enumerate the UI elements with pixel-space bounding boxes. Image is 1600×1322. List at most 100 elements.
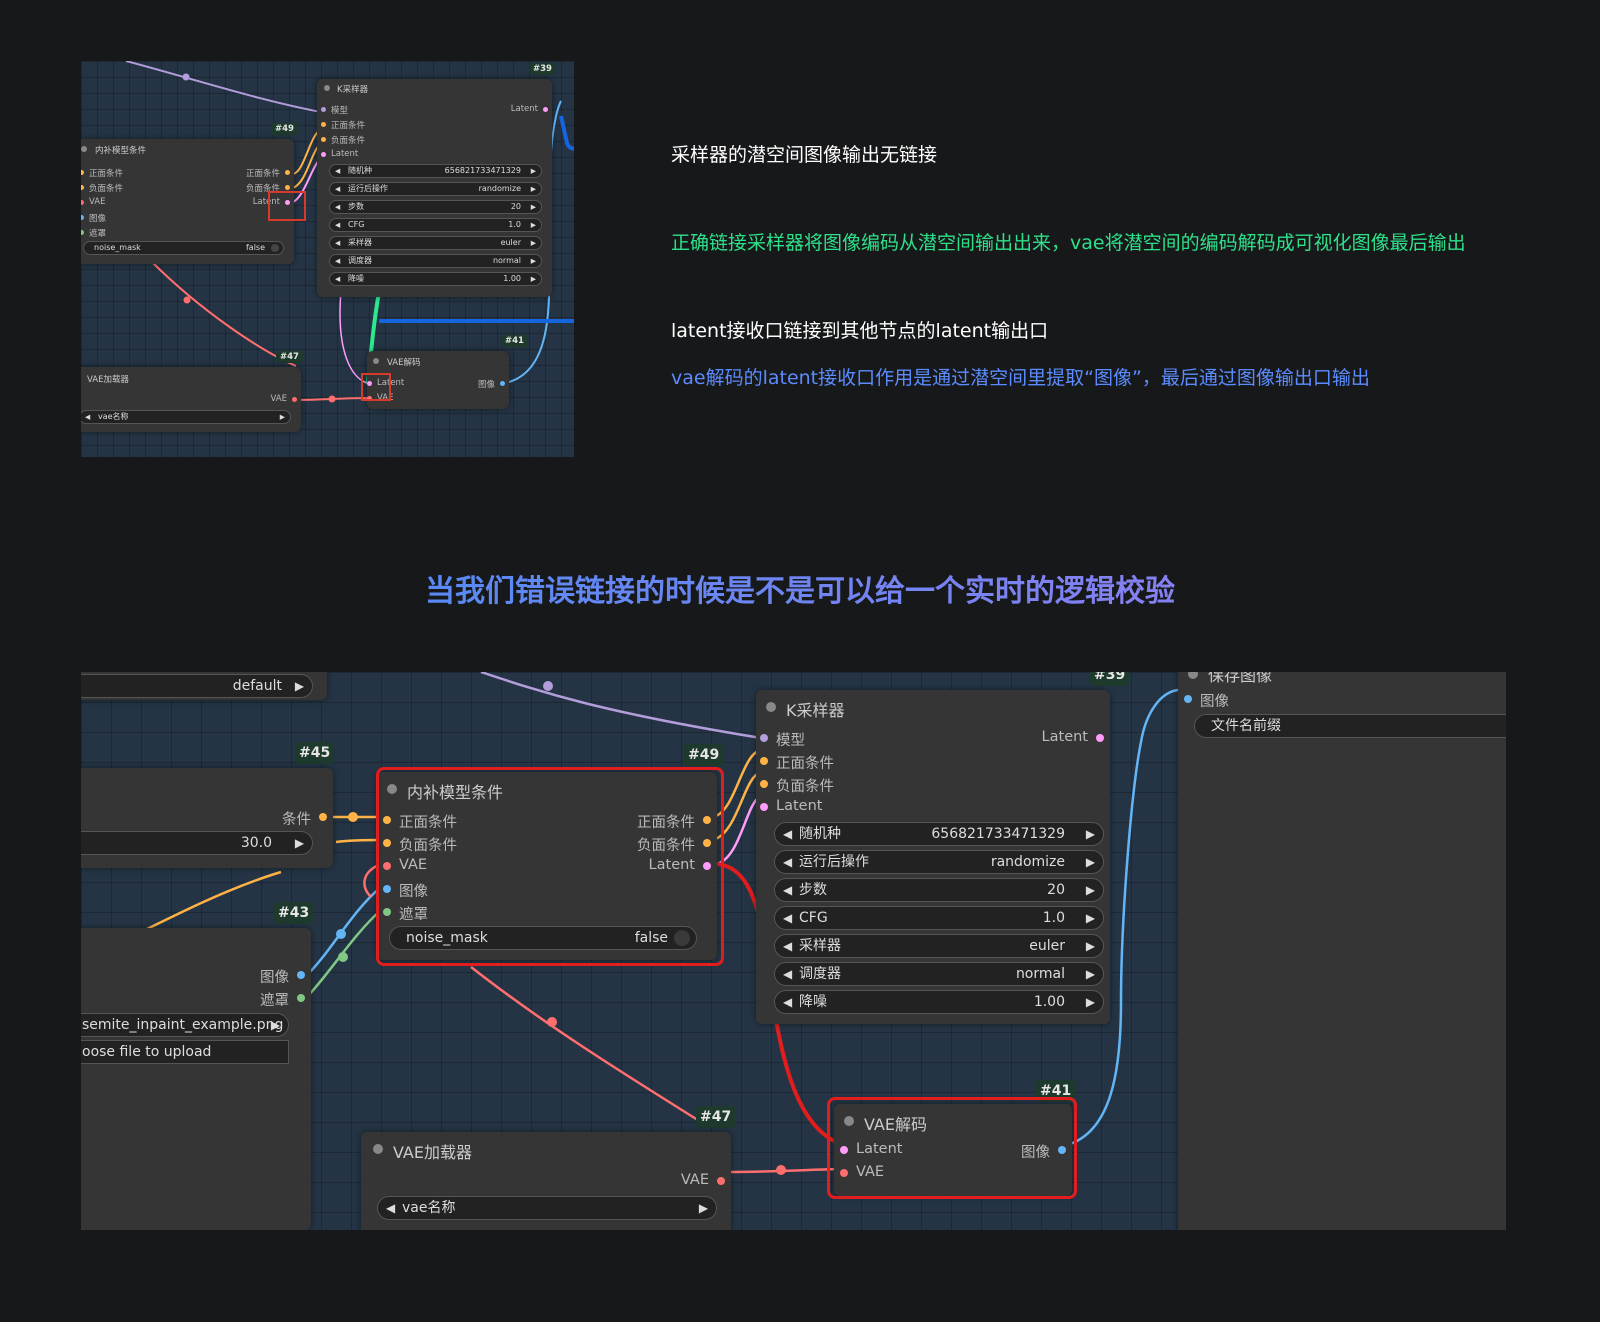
output-negative[interactable]: 负面条件	[246, 182, 290, 194]
output-latent[interactable]: Latent	[649, 857, 711, 873]
widget-cfg[interactable]: ◀ CFG 1.0 ▶	[329, 218, 542, 232]
widget-vae-name[interactable]: ◀ vae名称 ▶	[377, 1196, 717, 1220]
output-mask[interactable]: 遮罩	[260, 989, 305, 1010]
widget-scheduler[interactable]: ◀ 调度器 normal ▶	[774, 962, 1104, 986]
inpaint-node[interactable]: 内补模型条件 正面条件 负面条件 VAE 图像 遮罩 正面条件 负面条件 Lat…	[81, 139, 294, 264]
arrow-left-icon: ◀	[783, 827, 793, 841]
input-latent[interactable]: Latent	[840, 1141, 902, 1157]
vae-decode-badge: #41	[1036, 1080, 1076, 1102]
vae-loader-node[interactable]: VAE加载器 VAE ◀ vae名称 ▶	[361, 1132, 731, 1230]
ksampler-node[interactable]: K采样器 模型 正面条件 负面条件 Latent Latent ◀ 随机种 6568…	[317, 79, 552, 297]
slot-dot[interactable]	[543, 107, 548, 112]
widget-filename-prefix[interactable]: 文件名前缀	[1194, 714, 1506, 738]
widget-sampler[interactable]: ◀ 采样器 euler ▶	[329, 236, 542, 250]
arrow-right-icon: ▶	[1085, 939, 1095, 953]
output-latent[interactable]: Latent	[1042, 729, 1104, 745]
input-negative[interactable]: 负面条件	[760, 775, 834, 796]
input-latent[interactable]: Latent	[760, 798, 822, 814]
collapse-dot-icon[interactable]	[324, 85, 330, 91]
input-mask[interactable]: 遮罩	[383, 903, 428, 924]
node-title: 内补模型条件	[95, 146, 147, 156]
save-image-node[interactable]: 保存图像 图像 文件名前缀	[1178, 672, 1506, 1230]
widget-denoise[interactable]: ◀ 降噪 1.00 ▶	[774, 990, 1104, 1014]
output-positive[interactable]: 正面条件	[246, 167, 290, 179]
input-latent[interactable]: Latent	[367, 378, 404, 388]
vae-loader-node[interactable]: VAE加载器 VAE ◀ vae名称 ▶	[81, 367, 301, 432]
input-vae[interactable]: VAE	[383, 857, 427, 873]
widget-control[interactable]: ◀ 运行后操作 randomize ▶	[774, 850, 1104, 874]
slot-dot	[840, 1169, 848, 1177]
widget-image-file[interactable]: semite_inpaint_example.png ▶	[81, 1013, 289, 1037]
output-negative[interactable]: 负面条件	[637, 834, 711, 855]
collapse-dot-icon[interactable]	[766, 702, 776, 712]
slot-dot	[840, 1146, 848, 1154]
slot-dot[interactable]	[321, 107, 326, 112]
collapse-dot-icon[interactable]	[373, 1144, 383, 1154]
node-45[interactable]: 条件 30.0 ▶	[81, 768, 333, 868]
output-latent[interactable]: Latent	[253, 197, 290, 207]
input-model[interactable]: 模型	[321, 104, 348, 116]
arrow-left-icon: ◀	[783, 995, 793, 1009]
slot-dot	[383, 908, 391, 916]
ksampler-node[interactable]: K采样器 模型 正面条件 负面条件 Latent Latent ◀ 随机种 6568…	[756, 690, 1110, 1024]
output-vae[interactable]: VAE	[271, 394, 297, 404]
widget-denoise[interactable]: ◀ 降噪 1.00 ▶	[329, 272, 542, 286]
input-image[interactable]: 图像	[81, 212, 106, 224]
slot-dot[interactable]	[321, 122, 326, 127]
collapse-dot-icon[interactable]	[81, 146, 87, 152]
toggle-noise-mask[interactable]: noise_mask false	[83, 241, 284, 255]
widget-steps[interactable]: ◀ 步数 20 ▶	[774, 878, 1104, 902]
input-negative[interactable]: 负面条件	[321, 134, 365, 146]
wire-model	[480, 672, 762, 740]
arrow-left-icon: ◀	[335, 167, 341, 175]
collapse-dot-icon[interactable]	[1188, 672, 1198, 679]
input-positive[interactable]: 正面条件	[321, 119, 365, 131]
output-positive[interactable]: 正面条件	[637, 811, 711, 832]
input-vae[interactable]: VAE	[367, 393, 393, 403]
vae-decode-node[interactable]: VAE解码 Latent VAE 图像	[834, 1104, 1072, 1196]
input-mask[interactable]: 遮罩	[81, 227, 106, 239]
arrow-right-icon: ▶	[530, 257, 536, 265]
slot-dot[interactable]	[321, 137, 326, 142]
vae-decode-node[interactable]: VAE解码 Latent VAE 图像	[367, 351, 509, 409]
partial-node-top[interactable]: default ▶	[81, 672, 327, 700]
output-cond[interactable]: 条件	[282, 808, 327, 829]
input-latent[interactable]: Latent	[321, 149, 358, 159]
output-image[interactable]: 图像	[1021, 1141, 1066, 1162]
collapse-dot-icon[interactable]	[373, 358, 379, 364]
inpaint-node[interactable]: 内补模型条件 正面条件 负面条件 VAE 图像 遮罩 正面条件 负面条件 Lat…	[377, 772, 717, 960]
slot-dot[interactable]	[321, 152, 326, 157]
input-negative[interactable]: 负面条件	[81, 182, 123, 194]
wire-model-reroute	[543, 681, 553, 691]
upload-button[interactable]: oose file to upload	[81, 1040, 289, 1064]
input-positive[interactable]: 正面条件	[81, 167, 123, 179]
widget-seed[interactable]: ◀ 随机种 656821733471329 ▶	[329, 164, 542, 178]
inpaint-badge: #49	[684, 744, 724, 766]
input-image[interactable]: 图像	[1184, 690, 1229, 711]
widget-default[interactable]: default ▶	[81, 674, 313, 698]
input-image[interactable]: 图像	[383, 880, 428, 901]
output-vae[interactable]: VAE	[681, 1172, 725, 1188]
widget-cfg[interactable]: ◀ CFG 1.0 ▶	[774, 906, 1104, 930]
input-positive[interactable]: 正面条件	[760, 752, 834, 773]
widget-steps[interactable]: ◀ 步数 20 ▶	[329, 200, 542, 214]
input-vae[interactable]: VAE	[81, 197, 105, 207]
output-image[interactable]: 图像	[478, 378, 505, 390]
collapse-dot-icon[interactable]	[844, 1116, 854, 1126]
output-latent[interactable]: Latent	[511, 104, 548, 114]
widget-seed[interactable]: ◀ 随机种 656821733471329 ▶	[774, 822, 1104, 846]
widget-vae-name[interactable]: ◀ vae名称 ▶	[81, 410, 291, 424]
toggle-noise-mask[interactable]: noise_mask false	[389, 926, 697, 950]
input-vae[interactable]: VAE	[840, 1164, 884, 1180]
widget-scheduler[interactable]: ◀ 调度器 normal ▶	[329, 254, 542, 268]
node-43[interactable]: 图像 遮罩 semite_inpaint_example.png ▶ oose f…	[81, 928, 311, 1230]
input-positive[interactable]: 正面条件	[383, 811, 457, 832]
input-model[interactable]: 模型	[760, 729, 805, 750]
collapse-dot-icon[interactable]	[387, 784, 397, 794]
widget-strength[interactable]: 30.0 ▶	[81, 831, 313, 855]
node-title: 内补模型条件	[407, 783, 504, 802]
output-image[interactable]: 图像	[260, 966, 305, 987]
widget-sampler[interactable]: ◀ 采样器 euler ▶	[774, 934, 1104, 958]
input-negative[interactable]: 负面条件	[383, 834, 457, 855]
widget-control[interactable]: ◀ 运行后操作 randomize ▶	[329, 182, 542, 196]
